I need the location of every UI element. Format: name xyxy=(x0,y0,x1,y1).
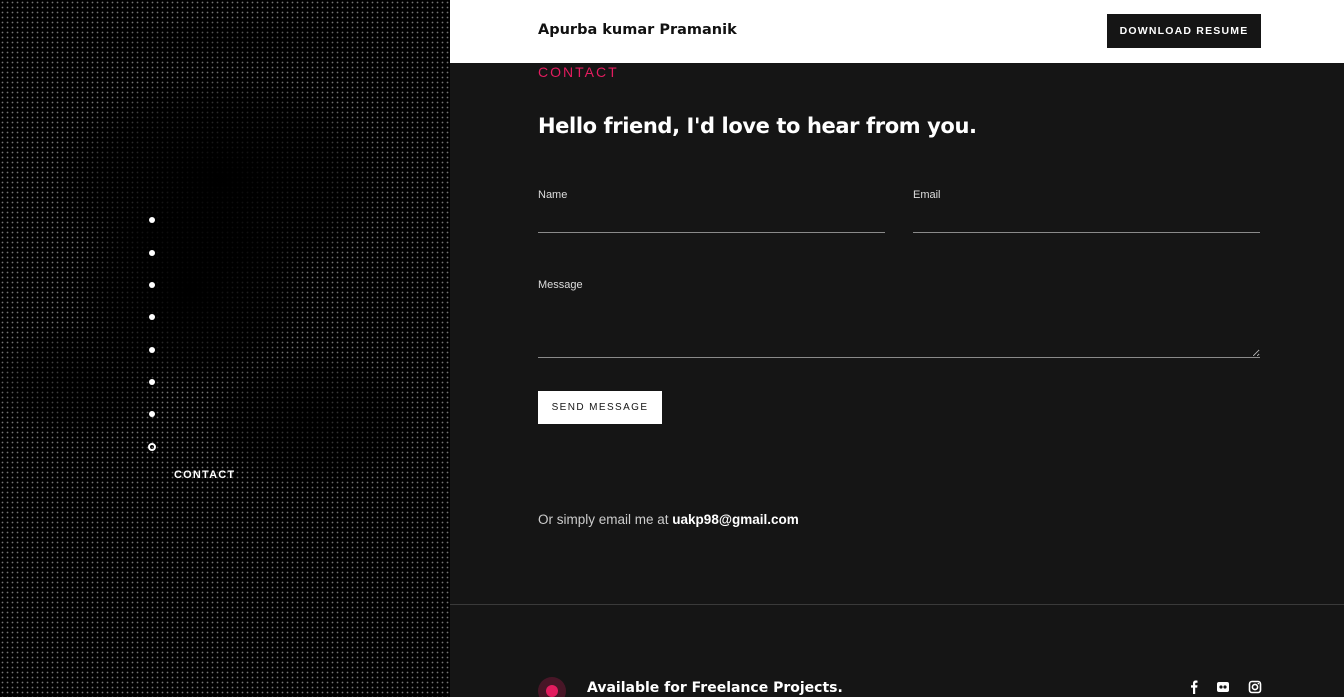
page-title: Hello friend, I'd love to hear from you. xyxy=(538,114,977,138)
availability-text: Available for Freelance Projects. xyxy=(587,680,843,696)
email-link[interactable]: uakp98@gmail.com xyxy=(672,512,798,527)
nav-dot-3[interactable] xyxy=(149,282,155,288)
footer-divider xyxy=(450,604,1344,605)
nav-dot-5[interactable] xyxy=(149,347,155,353)
send-message-button[interactable]: SEND MESSAGE xyxy=(538,391,662,424)
top-header: Apurba kumar Pramanik DOWNLOAD RESUME xyxy=(450,0,1344,63)
site-brand[interactable]: Apurba kumar Pramanik xyxy=(538,22,737,38)
name-field[interactable] xyxy=(538,207,885,233)
facebook-icon[interactable] xyxy=(1187,680,1201,694)
hero-panel: CONTACT xyxy=(0,0,450,697)
email-label: Email xyxy=(913,189,941,201)
message-label: Message xyxy=(538,279,583,291)
nav-dot-7[interactable] xyxy=(149,411,155,417)
flickr-icon[interactable] xyxy=(1216,680,1230,694)
email-prefix: Or simply email me at xyxy=(538,512,669,527)
availability-dot-icon xyxy=(538,677,566,697)
download-resume-button[interactable]: DOWNLOAD RESUME xyxy=(1107,14,1261,48)
message-field[interactable] xyxy=(538,298,1260,358)
nav-dot-2[interactable] xyxy=(149,250,155,256)
section-nav: CONTACT xyxy=(146,214,286,484)
nav-dot-contact[interactable] xyxy=(148,443,156,451)
email-field[interactable] xyxy=(913,207,1260,233)
nav-dot-6[interactable] xyxy=(149,379,155,385)
name-label: Name xyxy=(538,189,568,201)
email-line: Or simply email me at uakp98@gmail.com xyxy=(538,512,799,527)
nav-active-label[interactable]: CONTACT xyxy=(174,469,235,481)
section-label: CONTACT xyxy=(538,64,619,80)
instagram-icon[interactable] xyxy=(1248,680,1262,694)
nav-dot-4[interactable] xyxy=(149,314,155,320)
nav-dot-1[interactable] xyxy=(149,217,155,223)
content-panel: Apurba kumar Pramanik DOWNLOAD RESUME CO… xyxy=(450,0,1344,697)
